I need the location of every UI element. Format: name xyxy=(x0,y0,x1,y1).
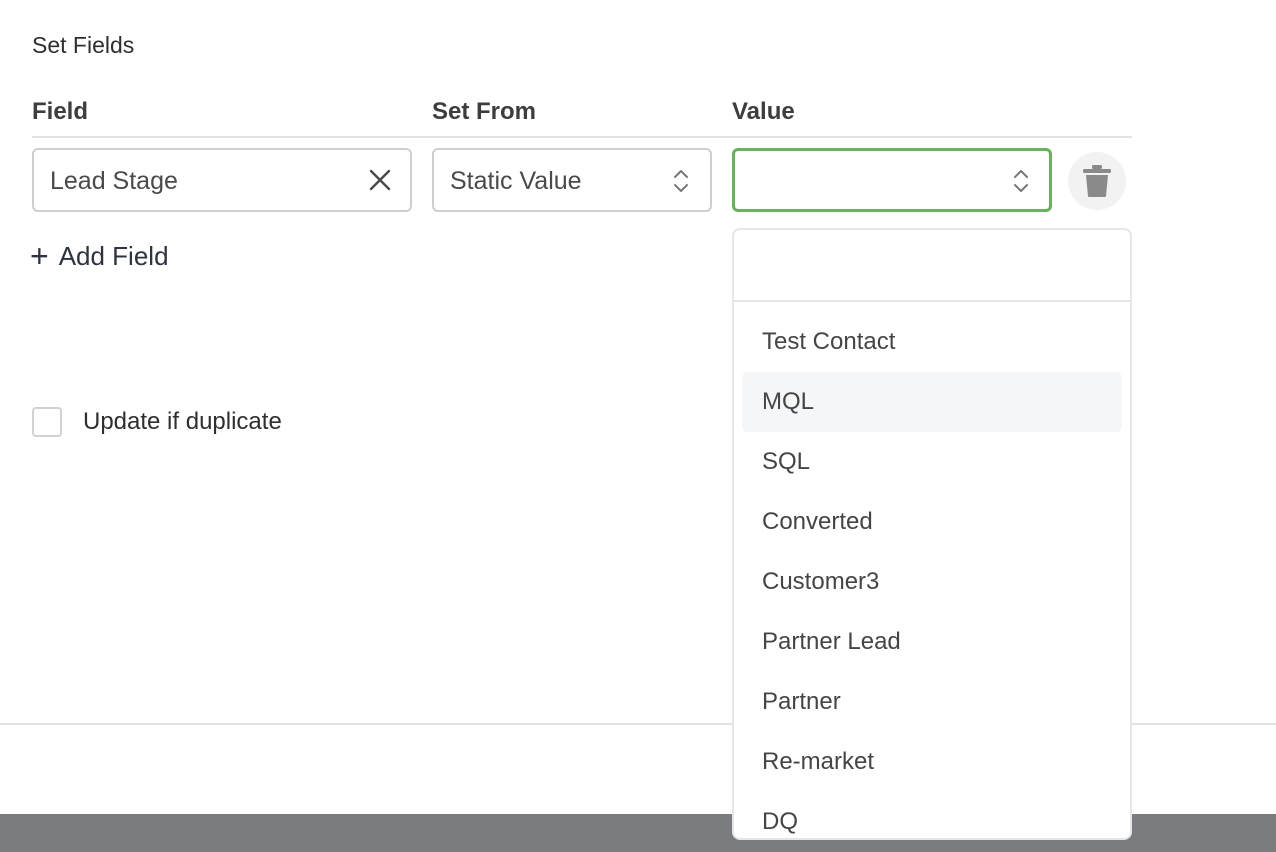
chevron-up-down-icon xyxy=(672,166,690,196)
dropdown-option[interactable]: SQL xyxy=(742,432,1122,492)
set-from-select-value: Static Value xyxy=(450,167,582,195)
dropdown-option[interactable]: Partner Lead xyxy=(742,612,1122,672)
dropdown-option[interactable]: Re-market xyxy=(742,732,1122,792)
column-header-field: Field xyxy=(32,98,89,125)
dropdown-option[interactable]: Partner xyxy=(742,672,1122,732)
plus-icon: + xyxy=(30,238,49,274)
field-select-value: Lead Stage xyxy=(50,167,178,195)
column-header-value: Value xyxy=(732,98,795,125)
dropdown-option[interactable]: Test Contact xyxy=(742,312,1122,372)
add-field-button[interactable]: + Add Field xyxy=(30,240,169,272)
dropdown-option[interactable]: DQ xyxy=(742,792,1122,838)
close-icon[interactable] xyxy=(368,168,392,192)
dropdown-option[interactable]: Converted xyxy=(742,492,1122,552)
header-divider xyxy=(32,136,1132,138)
delete-row-button[interactable] xyxy=(1068,152,1126,210)
set-from-select[interactable]: Static Value xyxy=(432,148,712,212)
update-if-duplicate-label[interactable]: Update if duplicate xyxy=(83,408,282,436)
section-title: Set Fields xyxy=(32,32,135,58)
dropdown-search-input[interactable] xyxy=(734,230,1130,302)
set-fields-panel: Set Fields Field Set From Value Lead Sta… xyxy=(0,0,1276,852)
dropdown-options: Test Contact MQL SQL Converted Customer3 Part… xyxy=(742,312,1122,838)
value-dropdown: Test Contact MQL SQL Converted Customer3 Part… xyxy=(732,228,1132,840)
dropdown-option[interactable]: MQL xyxy=(742,372,1122,432)
update-if-duplicate-checkbox[interactable] xyxy=(32,407,62,437)
trash-icon xyxy=(1083,165,1111,197)
value-select[interactable] xyxy=(732,148,1052,212)
add-field-label: Add Field xyxy=(58,240,169,271)
dropdown-option[interactable]: Customer3 xyxy=(742,552,1122,612)
field-select[interactable]: Lead Stage xyxy=(32,148,412,212)
chevron-up-down-icon xyxy=(1012,166,1030,196)
column-header-set-from: Set From xyxy=(432,98,537,125)
